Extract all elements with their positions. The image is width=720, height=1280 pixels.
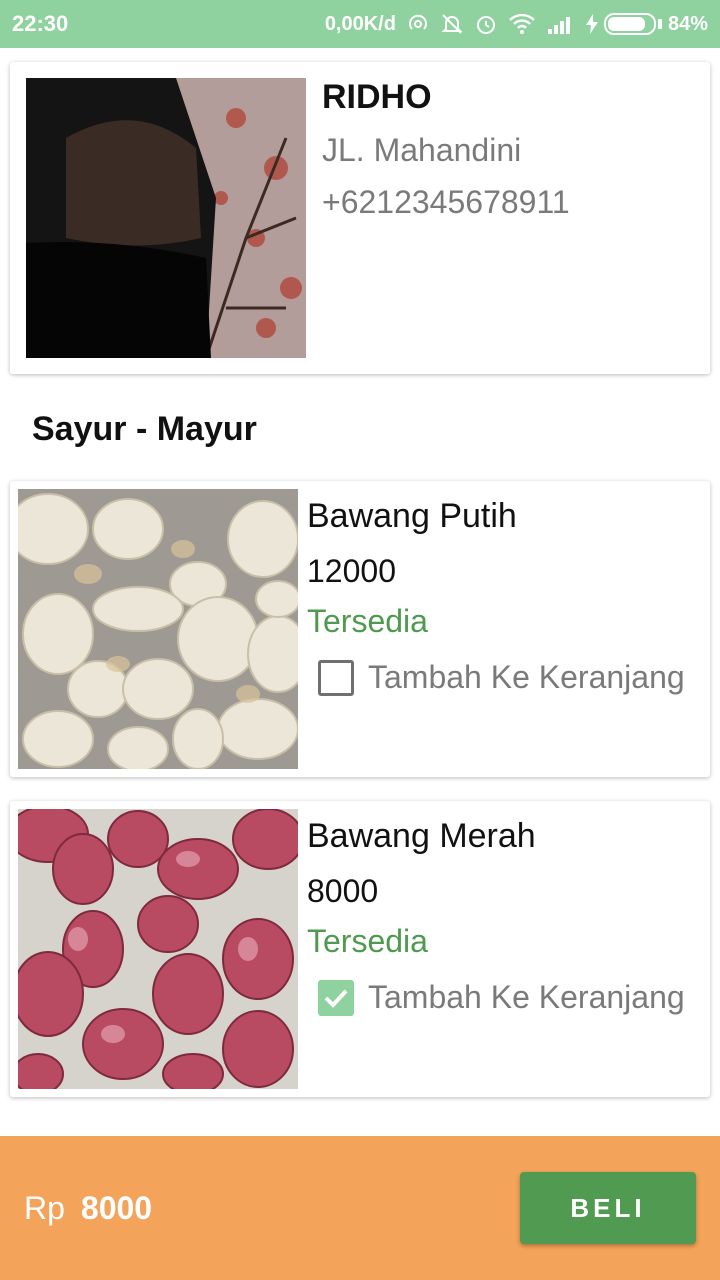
checkbox-unchecked-icon[interactable]: [318, 659, 354, 696]
checkbox-checked-icon[interactable]: [318, 979, 354, 1016]
battery-fill: [607, 17, 645, 31]
alarm-icon: [474, 12, 498, 36]
profile-card: RIDHO JL. Mahandini +6212345678911: [10, 62, 710, 374]
product-card[interactable]: Bawang Putih 12000 Tersedia Tambah Ke Ke…: [10, 481, 710, 777]
hotspot-icon: [406, 12, 430, 36]
profile-name: RIDHO: [322, 78, 432, 116]
product-card[interactable]: Bawang Merah 8000 Tersedia Tambah Ke Ker…: [10, 801, 710, 1097]
section-title: Sayur - Mayur: [32, 410, 257, 448]
buy-button[interactable]: BELI: [520, 1172, 696, 1244]
network-speed: 0,00K/d: [324, 12, 396, 35]
status-time: 22:30: [12, 11, 69, 36]
checkout-bar: Rp 8000 BELI: [0, 1136, 720, 1280]
charging-icon: [585, 14, 598, 34]
battery-tip: [657, 19, 662, 29]
product-price: 8000: [307, 873, 379, 909]
total-amount: 8000: [80, 1190, 153, 1226]
status-indicators: 0,00K/d 84%: [325, 12, 708, 36]
product-photo-shallot: [18, 809, 298, 1089]
product-name: Bawang Merah: [307, 817, 536, 855]
product-availability: Tersedia: [307, 603, 428, 639]
wifi-icon: [508, 13, 536, 35]
app-screen: 22:30 0,00K/d 84% RIDHO JL. Mahandini +6…: [0, 0, 720, 1280]
profile-address: JL. Mahandini: [322, 132, 522, 168]
add-to-cart-label[interactable]: Tambah Ke Keranjang: [368, 979, 685, 1016]
total-price: Rp 8000: [24, 1190, 152, 1227]
profile-phone: +6212345678911: [322, 184, 570, 220]
battery-icon: [603, 13, 656, 35]
product-photo-garlic: [18, 489, 298, 769]
product-name: Bawang Putih: [307, 497, 517, 535]
profile-photo: [26, 78, 306, 358]
status-bar: 22:30 0,00K/d 84%: [0, 0, 720, 48]
currency-label: Rp: [24, 1190, 65, 1226]
add-to-cart-label[interactable]: Tambah Ke Keranjang: [368, 659, 685, 696]
battery-indicator: 84%: [585, 12, 708, 36]
add-to-cart-checkbox[interactable]: Tambah Ke Keranjang: [318, 659, 685, 696]
signal-icon: [546, 13, 576, 35]
bell-off-icon: [440, 12, 464, 36]
add-to-cart-checkbox[interactable]: Tambah Ke Keranjang: [318, 979, 685, 1016]
battery-percent: 84%: [667, 12, 708, 35]
product-availability: Tersedia: [307, 923, 428, 959]
product-price: 12000: [307, 553, 396, 589]
